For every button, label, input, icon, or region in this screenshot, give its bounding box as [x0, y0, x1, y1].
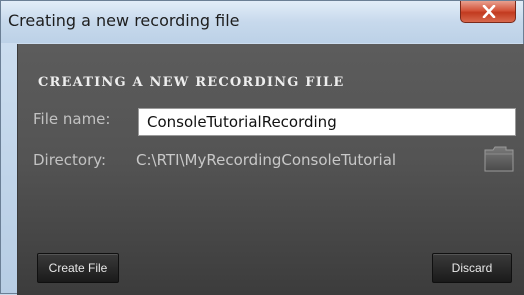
directory-label: Directory:: [33, 151, 107, 169]
file-name-input[interactable]: [138, 108, 516, 136]
close-icon: [482, 5, 496, 18]
dialog-window: Creating a new recording file Creating a…: [0, 0, 524, 295]
directory-value: C:\RTI\MyRecordingConsoleTutorial: [136, 151, 397, 169]
dialog-content: Creating a new recording file File name:…: [17, 44, 524, 295]
file-name-label: File name:: [33, 110, 111, 128]
close-button[interactable]: [460, 1, 516, 23]
dialog-heading: Creating a new recording file: [38, 75, 345, 90]
create-file-button[interactable]: Create File: [37, 253, 119, 283]
window-title: Creating a new recording file: [8, 11, 240, 30]
title-bar[interactable]: Creating a new recording file: [1, 1, 523, 43]
folder-icon: [484, 146, 514, 172]
browse-folder-button[interactable]: [484, 146, 514, 172]
discard-button[interactable]: Discard: [432, 253, 512, 283]
